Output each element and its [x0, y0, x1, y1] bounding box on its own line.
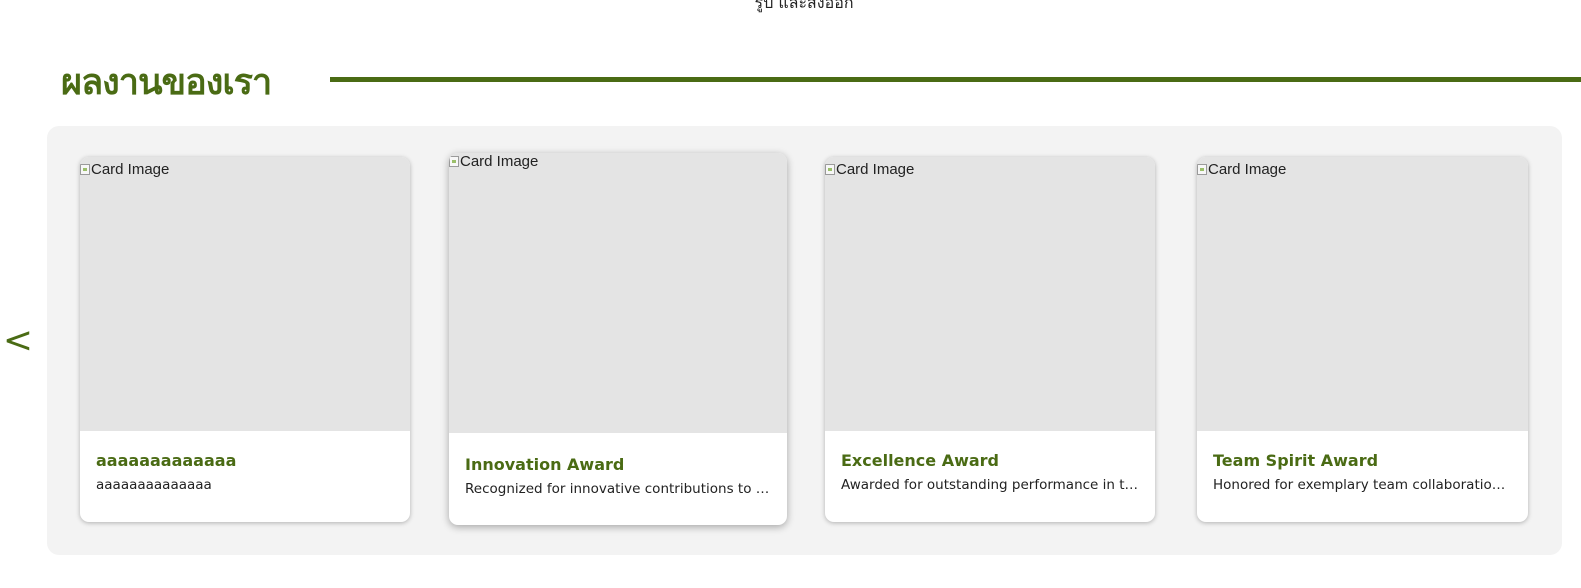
section-title: ผลงานของเรา — [61, 61, 272, 103]
card-image: Card Image — [1197, 157, 1528, 431]
card-image: Card Image — [449, 153, 787, 433]
card-description: aaaaaaaaaaaaaa — [96, 477, 212, 493]
card-image-alt: Card Image — [1197, 161, 1286, 178]
award-card[interactable]: Card Image aaaaaaaaaaaaa aaaaaaaaaaaaaa — [80, 157, 410, 522]
broken-image-icon — [449, 156, 459, 167]
card-body: Innovation Award Recognized for innovati… — [465, 455, 771, 497]
award-card[interactable]: Card Image Team Spirit Award Honored for… — [1197, 157, 1528, 522]
carousel-prev-button[interactable]: < — [2, 318, 34, 364]
broken-image-icon — [1197, 164, 1207, 175]
card-description: Awarded for outstanding performance in t… — [841, 477, 1139, 493]
card-description: Honored for exemplary team collaboration… — [1213, 477, 1512, 493]
card-image-alt-text: Card Image — [1208, 161, 1287, 178]
card-title: Innovation Award — [465, 455, 625, 474]
award-card[interactable]: Card Image Excellence Award Awarded for … — [825, 157, 1155, 522]
card-image-alt: Card Image — [449, 153, 538, 170]
top-caption: รูป และส่งออก — [754, 0, 854, 12]
card-title: Excellence Award — [841, 451, 1000, 470]
card-body: aaaaaaaaaaaaa aaaaaaaaaaaaaa — [96, 451, 394, 493]
card-image-alt: Card Image — [825, 161, 914, 178]
title-divider — [330, 77, 1581, 82]
card-body: Excellence Award Awarded for outstanding… — [841, 451, 1139, 493]
card-image: Card Image — [80, 157, 410, 431]
card-description: Recognized for innovative contributions … — [465, 481, 771, 497]
broken-image-icon — [825, 164, 835, 175]
card-image-alt: Card Image — [80, 161, 169, 178]
card-title: aaaaaaaaaaaaa — [96, 451, 237, 470]
card-body: Team Spirit Award Honored for exemplary … — [1213, 451, 1512, 493]
card-image: Card Image — [825, 157, 1155, 431]
award-card[interactable]: Card Image Innovation Award Recognized f… — [449, 153, 787, 525]
card-image-alt-text: Card Image — [91, 161, 170, 178]
card-image-alt-text: Card Image — [836, 161, 915, 178]
section-header: ผลงานของเรา — [61, 56, 1581, 106]
broken-image-icon — [80, 164, 90, 175]
card-title: Team Spirit Award — [1213, 451, 1379, 470]
card-image-alt-text: Card Image — [460, 153, 539, 170]
